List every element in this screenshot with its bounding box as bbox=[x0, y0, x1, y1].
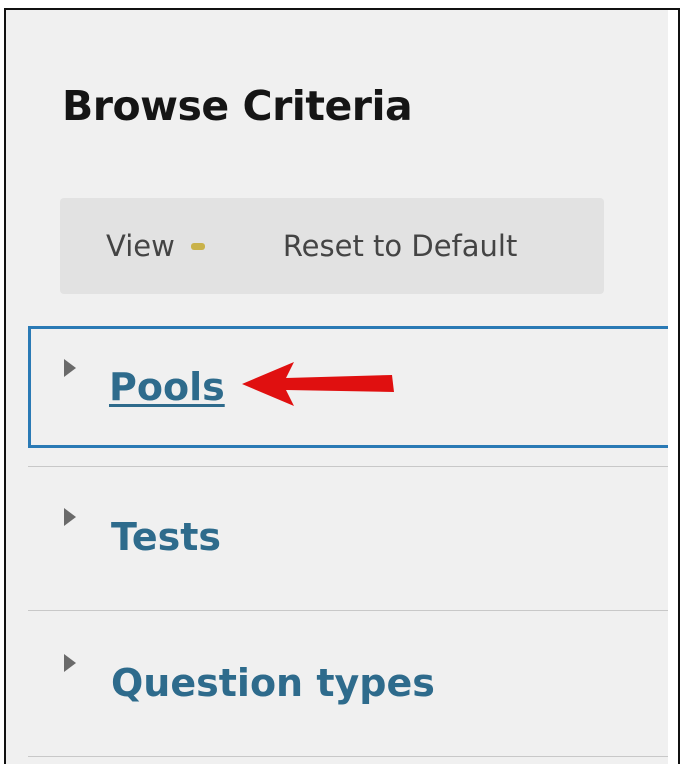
view-label: View bbox=[106, 229, 175, 263]
divider bbox=[28, 466, 668, 467]
screenshot-frame: Browse Criteria View Reset to Default Po… bbox=[4, 8, 680, 764]
criteria-item-question-types[interactable]: Question types bbox=[28, 616, 668, 750]
criteria-link-pools[interactable]: Pools bbox=[109, 365, 225, 409]
criteria-link-question-types[interactable]: Question types bbox=[111, 661, 435, 705]
view-menu-button[interactable]: View bbox=[106, 229, 205, 263]
divider bbox=[28, 756, 668, 757]
divider bbox=[28, 610, 668, 611]
caret-right-icon[interactable] bbox=[64, 359, 76, 377]
reset-to-default-button[interactable]: Reset to Default bbox=[283, 229, 518, 263]
criteria-item-tests[interactable]: Tests bbox=[28, 470, 668, 604]
criteria-toolbar: View Reset to Default bbox=[60, 198, 604, 294]
panel-title: Browse Criteria bbox=[62, 82, 413, 130]
caret-right-icon[interactable] bbox=[64, 654, 76, 672]
red-arrow-icon bbox=[242, 362, 394, 406]
caret-right-icon[interactable] bbox=[64, 508, 76, 526]
criteria-link-tests[interactable]: Tests bbox=[111, 515, 221, 559]
view-dropdown-icon bbox=[190, 242, 205, 250]
